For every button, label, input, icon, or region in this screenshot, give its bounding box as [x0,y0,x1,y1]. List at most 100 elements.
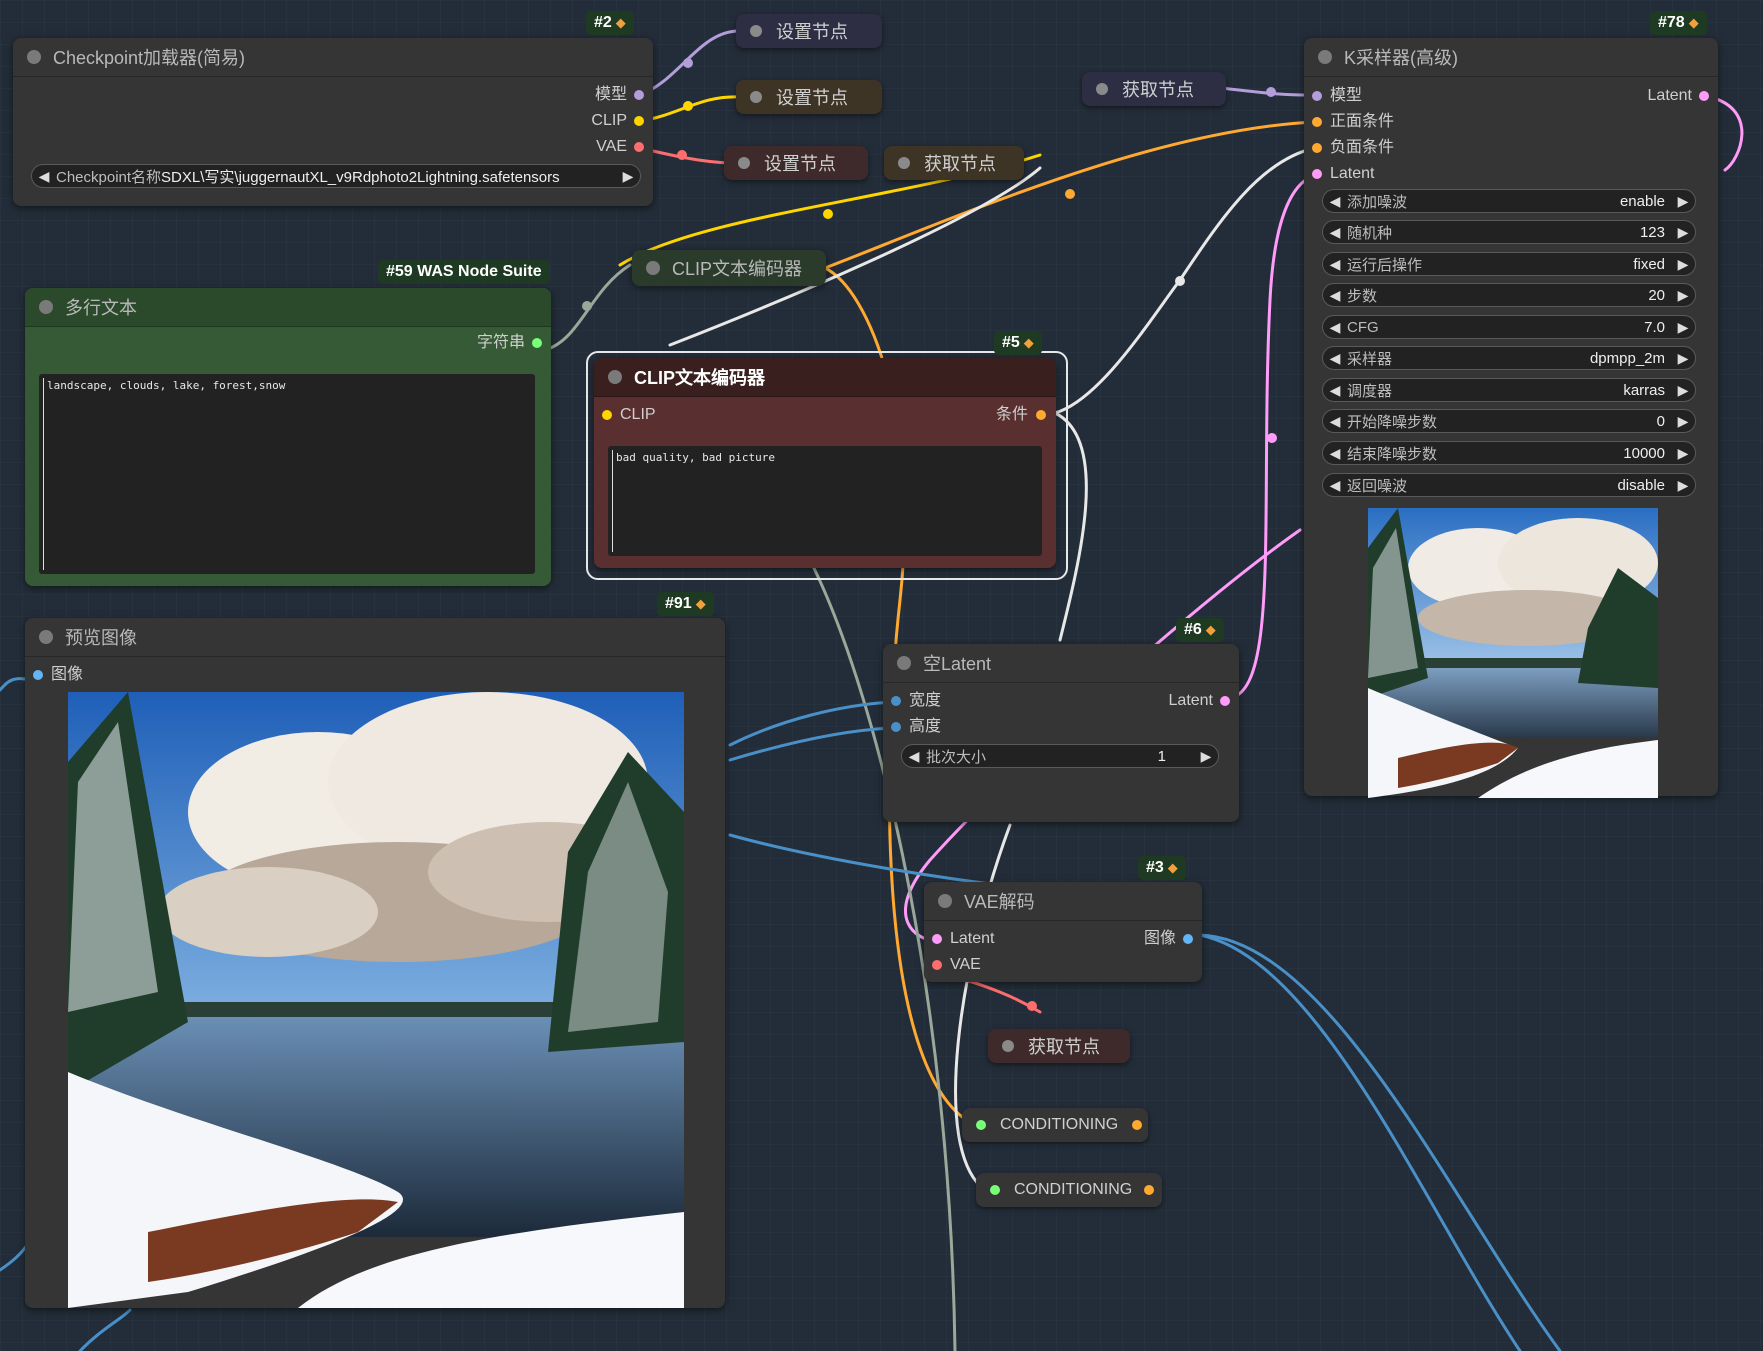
arrow-right-icon[interactable]: ▶ [1671,287,1695,304]
seed-stepper[interactable]: ◀ 随机种 123 ▶ [1322,220,1696,244]
snow-lake-landscape-image [68,692,684,1308]
arrow-left-icon[interactable]: ◀ [1323,477,1347,494]
node-header[interactable]: Checkpoint加载器(简易) [13,38,653,77]
steps-stepper[interactable]: ◀ 步数 20 ▶ [1322,283,1696,307]
output-condition-socket[interactable] [1036,410,1046,420]
empty-latent-node[interactable]: 空Latent 宽度 高度 Latent ◀ 批次大小 1 ▶ [883,644,1239,822]
input-clip-socket[interactable] [602,410,612,420]
collapse-dot[interactable] [646,261,660,275]
end-step-stepper[interactable]: ◀ 结束降噪步数 10000 ▶ [1322,441,1696,465]
arrow-left-icon[interactable]: ◀ [902,748,926,765]
batch-size-stepper[interactable]: ◀ 批次大小 1 ▶ [901,744,1219,768]
checkpoint-name-combo[interactable]: ◀ Checkpoint名称SDXL\写实\juggernautXL_v9Rdp… [31,164,641,188]
clip-encoder-negative-node[interactable]: CLIP文本编码器 CLIP 条件 bad quality, bad pictu… [594,358,1056,568]
output-string-socket[interactable] [532,338,542,348]
preview-image-node[interactable]: 预览图像 图像 [25,618,725,1308]
conditioning-out-socket[interactable] [1132,1120,1142,1130]
text-input[interactable]: landscape, clouds, lake, forest,snow [39,374,535,574]
set-node-dot [750,25,762,37]
arrow-left-icon[interactable]: ◀ [32,168,56,185]
arrow-right-icon[interactable]: ▶ [1671,350,1695,367]
add-noise-combo[interactable]: ◀ 添加噪波 enable ▶ [1322,189,1696,213]
arrow-right-icon[interactable]: ▶ [1194,748,1218,765]
input-positive-socket[interactable] [1312,117,1322,127]
collapse-dot[interactable] [39,300,53,314]
multiline-text-node[interactable]: 多行文本 字符串 landscape, clouds, lake, forest… [25,288,551,586]
arrow-right-icon[interactable]: ▶ [1671,445,1695,462]
input-vae-socket[interactable] [932,960,942,970]
return-noise-combo[interactable]: ◀ 返回噪波 disable ▶ [1322,473,1696,497]
arrow-left-icon[interactable]: ◀ [1323,413,1347,430]
control-after-generate-combo[interactable]: ◀ 运行后操作 fixed ▶ [1322,252,1696,276]
collapse-dot[interactable] [938,894,952,908]
output-latent-socket[interactable] [1699,91,1709,101]
node-header[interactable]: VAE解码 [924,882,1202,921]
output-image-socket[interactable] [1183,934,1193,944]
arrow-left-icon[interactable]: ◀ [1323,287,1347,304]
input-latent-socket[interactable] [932,934,942,944]
output-latent-socket[interactable] [1220,696,1230,706]
input-latent-socket[interactable] [1312,169,1322,179]
collapse-dot[interactable] [608,370,622,384]
widget-value: fixed [1633,255,1665,273]
node-header[interactable]: 空Latent [883,644,1239,683]
arrow-right-icon[interactable]: ▶ [1671,382,1695,399]
preview-image[interactable] [68,692,684,1308]
get-node-model[interactable]: 获取节点 [1082,72,1226,106]
arrow-right-icon[interactable]: ▶ [616,168,640,185]
set-node-clip[interactable]: 设置节点 [736,80,882,114]
arrow-right-icon[interactable]: ▶ [1671,256,1695,273]
checkpoint-loader-node[interactable]: Checkpoint加载器(简易) 模型 CLIP VAE ◀ Checkpoi… [13,38,653,206]
arrow-left-icon[interactable]: ◀ [1323,382,1347,399]
input-width-socket[interactable] [891,696,901,706]
arrow-left-icon[interactable]: ◀ [1323,350,1347,367]
conditioning-in-dot [990,1185,1000,1195]
clip-encoder-positive-node[interactable]: CLIP文本编码器 [632,250,826,286]
arrow-right-icon[interactable]: ▶ [1671,413,1695,430]
output-vae-socket[interactable] [634,142,644,152]
collapse-dot[interactable] [27,50,41,64]
set-node-label: 设置节点 [776,88,848,108]
arrow-right-icon[interactable]: ▶ [1671,477,1695,494]
input-height-socket[interactable] [891,722,901,732]
input-negative-socket[interactable] [1312,143,1322,153]
conditioning-reroute-2[interactable]: CONDITIONING [976,1173,1162,1207]
arrow-left-icon[interactable]: ◀ [1323,319,1347,336]
conditioning-reroute-1[interactable]: CONDITIONING [962,1108,1148,1142]
ksampler-advanced-node[interactable]: K采样器(高级) 模型 正面条件 负面条件 Latent Latent ◀ 添加… [1304,38,1718,798]
set-node-model[interactable]: 设置节点 [736,14,882,48]
arrow-right-icon[interactable]: ▶ [1671,319,1695,336]
text-input[interactable]: bad quality, bad picture [608,446,1042,556]
start-step-stepper[interactable]: ◀ 开始降噪步数 0 ▶ [1322,409,1696,433]
arrow-right-icon[interactable]: ▶ [1671,193,1695,210]
link-midpoint [677,150,687,160]
input-image-socket[interactable] [33,670,43,680]
conditioning-out-socket[interactable] [1144,1185,1154,1195]
arrow-left-icon[interactable]: ◀ [1323,256,1347,273]
node-header[interactable]: 预览图像 [25,618,725,657]
output-clip-socket[interactable] [634,116,644,126]
arrow-left-icon[interactable]: ◀ [1323,193,1347,210]
get-node-vae[interactable]: 获取节点 [988,1029,1130,1063]
node-header[interactable]: 多行文本 [25,288,551,327]
get-node-clip[interactable]: 获取节点 [884,146,1024,180]
collapse-dot[interactable] [897,656,911,670]
collapse-dot[interactable] [1318,50,1332,64]
vae-decode-node[interactable]: VAE解码 Latent VAE 图像 [924,882,1202,982]
get-node-dot [1096,83,1108,95]
output-model-socket[interactable] [634,90,644,100]
fox-icon: ◆ [615,15,626,30]
sampler-combo[interactable]: ◀ 采样器 dpmpp_2m ▶ [1322,346,1696,370]
set-node-vae[interactable]: 设置节点 [724,146,868,180]
cfg-stepper[interactable]: ◀ CFG 7.0 ▶ [1322,315,1696,339]
arrow-left-icon[interactable]: ◀ [1323,445,1347,462]
collapse-dot[interactable] [39,630,53,644]
node-header[interactable]: CLIP文本编码器 [594,358,1056,397]
node-header[interactable]: CLIP文本编码器 [632,250,826,286]
arrow-left-icon[interactable]: ◀ [1323,224,1347,241]
scheduler-combo[interactable]: ◀ 调度器 karras ▶ [1322,378,1696,402]
node-header[interactable]: K采样器(高级) [1304,38,1718,77]
arrow-right-icon[interactable]: ▶ [1671,224,1695,241]
input-model-socket[interactable] [1312,91,1322,101]
get-node-label: 获取节点 [1028,1037,1100,1057]
